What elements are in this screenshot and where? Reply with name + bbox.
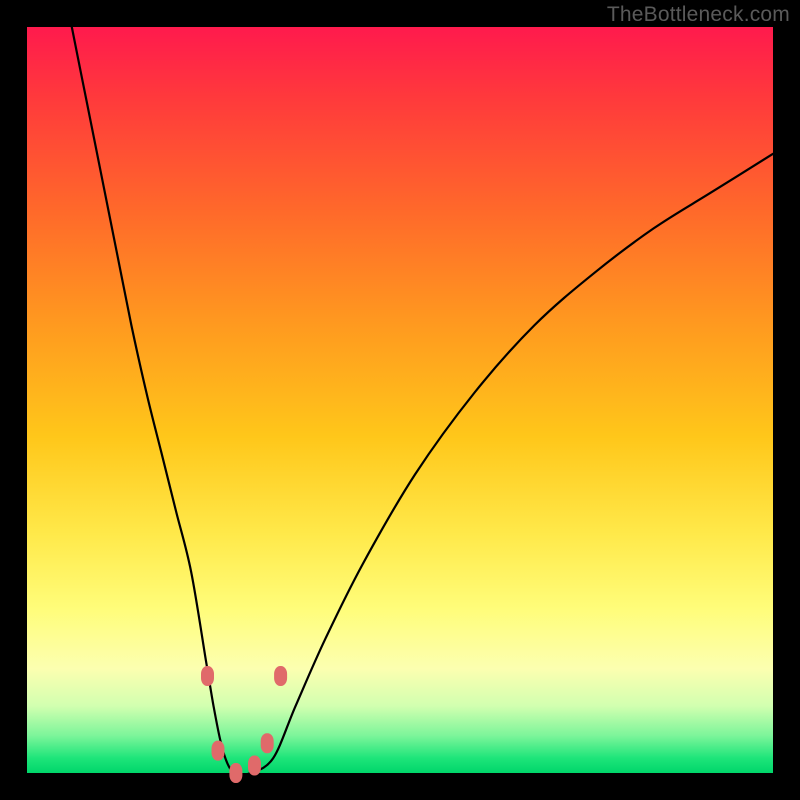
curve-marker <box>201 666 214 686</box>
curve-marker <box>274 666 287 686</box>
watermark-text: TheBottleneck.com <box>607 3 790 27</box>
bottleneck-curve <box>27 27 773 773</box>
curve-marker <box>212 741 225 761</box>
chart-plot-area <box>27 27 773 773</box>
curve-marker <box>248 756 261 776</box>
curve-marker <box>229 763 242 783</box>
curve-marker <box>261 733 274 753</box>
